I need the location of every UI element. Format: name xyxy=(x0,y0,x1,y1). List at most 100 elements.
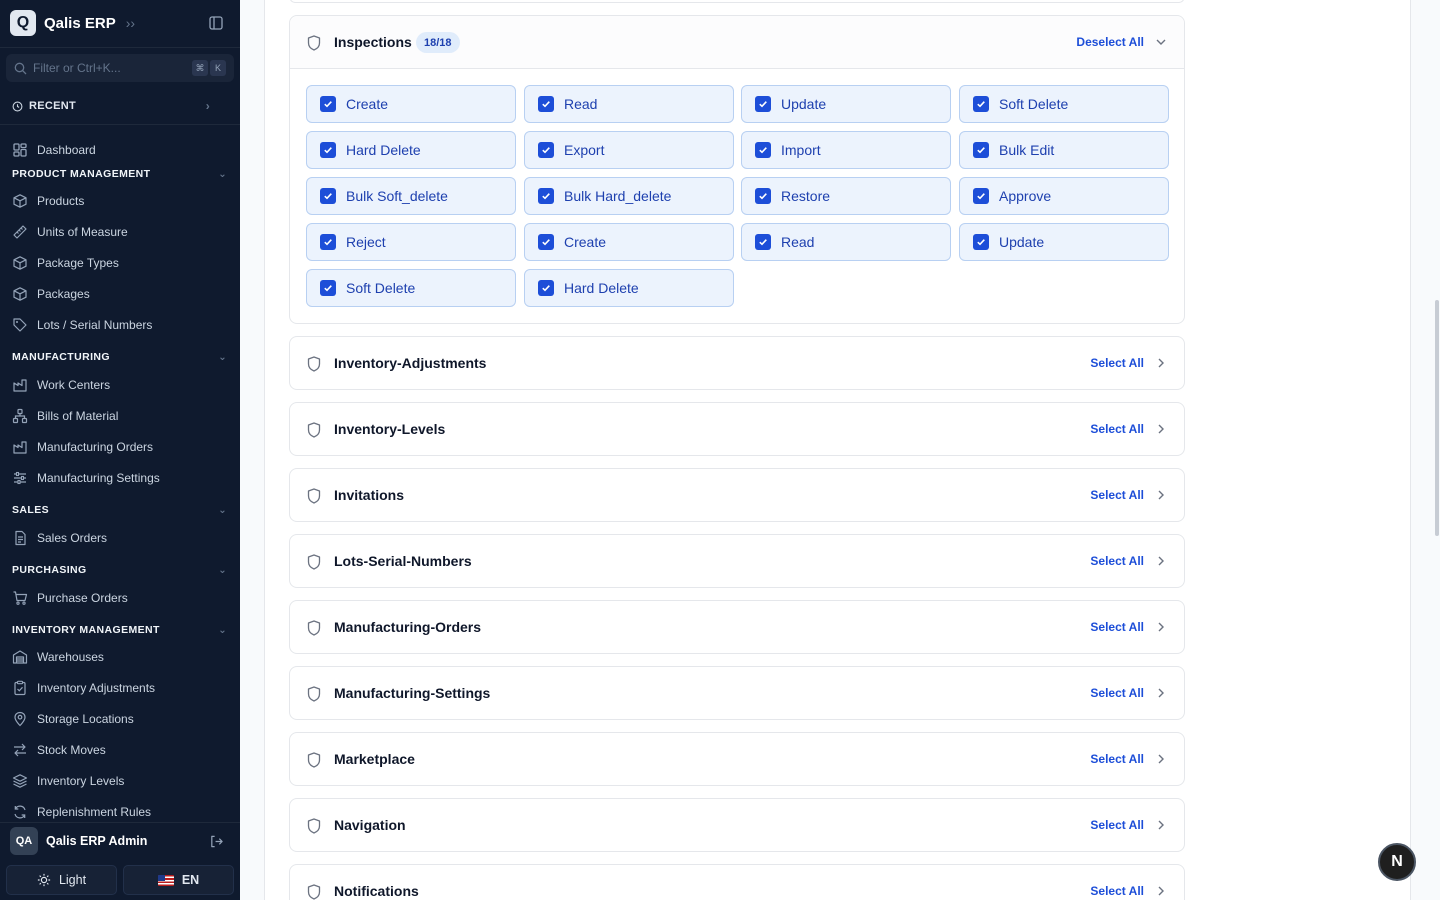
nav-item-manufacturing-settings[interactable]: Manufacturing Settings xyxy=(12,467,222,489)
checkbox-checked-icon[interactable] xyxy=(320,142,336,158)
nav-section-inventory-management[interactable]: INVENTORY MANAGEMENT ⌄ xyxy=(12,623,227,637)
module-card[interactable]: Invitations Select All xyxy=(289,468,1185,522)
nav-section-sales[interactable]: SALES ⌄ xyxy=(12,503,227,517)
checkbox-checked-icon[interactable] xyxy=(538,188,554,204)
chevron-right-icon[interactable] xyxy=(1155,423,1167,435)
nav-item-packages[interactable]: Packages xyxy=(12,283,222,305)
checkbox-checked-icon[interactable] xyxy=(538,96,554,112)
module-card[interactable]: Inventory-Adjustments Select All xyxy=(289,336,1185,390)
nav-item-units-of-measure[interactable]: Units of Measure xyxy=(12,221,222,243)
checkbox-checked-icon[interactable] xyxy=(755,234,771,250)
checkbox-checked-icon[interactable] xyxy=(320,234,336,250)
checkbox-checked-icon[interactable] xyxy=(320,188,336,204)
permission-checkbox-item[interactable]: Reject xyxy=(306,223,516,261)
checkbox-checked-icon[interactable] xyxy=(755,188,771,204)
module-card[interactable]: Navigation Select All xyxy=(289,798,1185,852)
nav-item-stock-moves[interactable]: Stock Moves xyxy=(12,739,222,761)
permission-checkbox-item[interactable]: Hard Delete xyxy=(306,131,516,169)
module-header[interactable]: Notifications Select All xyxy=(290,865,1184,900)
module-header[interactable]: Manufacturing-Orders Select All xyxy=(290,601,1184,654)
nav-section-manufacturing[interactable]: MANUFACTURING ⌄ xyxy=(12,350,227,364)
nav-item-lots-serial-numbers[interactable]: Lots / Serial Numbers xyxy=(12,314,222,336)
checkbox-checked-icon[interactable] xyxy=(538,280,554,296)
chevron-right-icon[interactable] xyxy=(1155,753,1167,765)
nav-section-purchasing[interactable]: PURCHASING ⌄ xyxy=(12,563,227,577)
nav-item-warehouses[interactable]: Warehouses xyxy=(12,646,222,668)
nav-item-purchase-orders[interactable]: Purchase Orders xyxy=(12,587,222,609)
permission-checkbox-item[interactable]: Create xyxy=(306,85,516,123)
chevron-right-icon[interactable] xyxy=(1155,489,1167,501)
nav-item-products[interactable]: Products xyxy=(12,190,222,212)
nav-item-dashboard[interactable]: Dashboard xyxy=(12,139,222,161)
scrollbar[interactable] xyxy=(1435,300,1439,536)
nav-item-work-centers[interactable]: Work Centers xyxy=(12,374,222,396)
module-header[interactable]: Inspections 18/18 Deselect All xyxy=(290,16,1184,69)
nav-item-storage-locations[interactable]: Storage Locations xyxy=(12,708,222,730)
checkbox-checked-icon[interactable] xyxy=(320,96,336,112)
nav-section-product-management[interactable]: PRODUCT MANAGEMENT ⌄ xyxy=(12,167,227,181)
chevron-right-icon[interactable] xyxy=(1155,357,1167,369)
select-all-button[interactable]: Select All xyxy=(1090,686,1144,700)
module-card[interactable]: Marketplace Select All xyxy=(289,732,1185,786)
permission-checkbox-item[interactable]: Soft Delete xyxy=(959,85,1169,123)
checkbox-checked-icon[interactable] xyxy=(538,234,554,250)
avatar[interactable]: QA xyxy=(10,827,38,855)
nav-item-package-types[interactable]: Package Types xyxy=(12,252,222,274)
sidebar-toggle-icon[interactable] xyxy=(209,16,223,30)
permission-checkbox-item[interactable]: Update xyxy=(741,85,951,123)
permission-checkbox-item[interactable]: Import xyxy=(741,131,951,169)
permission-checkbox-item[interactable]: Read xyxy=(524,85,734,123)
nav-item-bills-of-material[interactable]: Bills of Material xyxy=(12,405,222,427)
chevron-right-icon[interactable] xyxy=(1155,885,1167,897)
theme-toggle-button[interactable]: Light xyxy=(6,865,117,895)
next-devtools-button[interactable]: N xyxy=(1378,843,1416,881)
module-header[interactable]: Navigation Select All xyxy=(290,799,1184,852)
chevron-right-icon[interactable] xyxy=(1155,555,1167,567)
permission-checkbox-item[interactable]: Soft Delete xyxy=(306,269,516,307)
select-all-button[interactable]: Select All xyxy=(1090,554,1144,568)
module-card[interactable]: Lots-Serial-Numbers Select All xyxy=(289,534,1185,588)
language-button[interactable]: EN xyxy=(123,865,234,895)
checkbox-checked-icon[interactable] xyxy=(973,234,989,250)
module-header[interactable]: Invitations Select All xyxy=(290,469,1184,522)
select-all-button[interactable]: Select All xyxy=(1090,752,1144,766)
permission-checkbox-item[interactable]: Bulk Soft_delete xyxy=(306,177,516,215)
permission-checkbox-item[interactable]: Hard Delete xyxy=(524,269,734,307)
module-card[interactable]: Inventory-Levels Select All xyxy=(289,402,1185,456)
chevron-down-icon[interactable] xyxy=(1155,36,1167,48)
chevron-right-icon[interactable] xyxy=(1155,687,1167,699)
nav-item-inventory-adjustments[interactable]: Inventory Adjustments xyxy=(12,677,222,699)
checkbox-checked-icon[interactable] xyxy=(755,142,771,158)
select-all-button[interactable]: Select All xyxy=(1090,422,1144,436)
brand[interactable]: Q Qalis ERP ›› xyxy=(10,10,135,36)
logout-icon[interactable] xyxy=(209,834,224,854)
select-all-button[interactable]: Select All xyxy=(1090,620,1144,634)
module-card[interactable]: Manufacturing-Orders Select All xyxy=(289,600,1185,654)
chevron-right-icon[interactable] xyxy=(1155,621,1167,633)
module-header[interactable]: Marketplace Select All xyxy=(290,733,1184,786)
module-header[interactable]: Lots-Serial-Numbers Select All xyxy=(290,535,1184,588)
select-all-button[interactable]: Select All xyxy=(1090,488,1144,502)
nav-item-sales-orders[interactable]: Sales Orders xyxy=(12,527,222,549)
permission-checkbox-item[interactable]: Bulk Edit xyxy=(959,131,1169,169)
permission-checkbox-item[interactable]: Approve xyxy=(959,177,1169,215)
select-all-button[interactable]: Select All xyxy=(1090,884,1144,898)
module-card[interactable]: Notifications Select All xyxy=(289,864,1185,900)
checkbox-checked-icon[interactable] xyxy=(973,96,989,112)
permission-checkbox-item[interactable]: Bulk Hard_delete xyxy=(524,177,734,215)
checkbox-checked-icon[interactable] xyxy=(320,280,336,296)
checkbox-checked-icon[interactable] xyxy=(538,142,554,158)
module-header[interactable]: Inventory-Adjustments Select All xyxy=(290,337,1184,390)
select-all-button[interactable]: Select All xyxy=(1090,356,1144,370)
nav-item-replenishment-rules[interactable]: Replenishment Rules xyxy=(12,801,222,823)
checkbox-checked-icon[interactable] xyxy=(755,96,771,112)
nav-item-inventory-levels[interactable]: Inventory Levels xyxy=(12,770,222,792)
checkbox-checked-icon[interactable] xyxy=(973,142,989,158)
permission-checkbox-item[interactable]: Restore xyxy=(741,177,951,215)
nav-item-manufacturing-orders[interactable]: Manufacturing Orders xyxy=(12,436,222,458)
permission-checkbox-item[interactable]: Update xyxy=(959,223,1169,261)
chevron-right-icon[interactable] xyxy=(1155,819,1167,831)
permission-checkbox-item[interactable]: Create xyxy=(524,223,734,261)
module-card[interactable]: Manufacturing-Settings Select All xyxy=(289,666,1185,720)
permission-checkbox-item[interactable]: Export xyxy=(524,131,734,169)
